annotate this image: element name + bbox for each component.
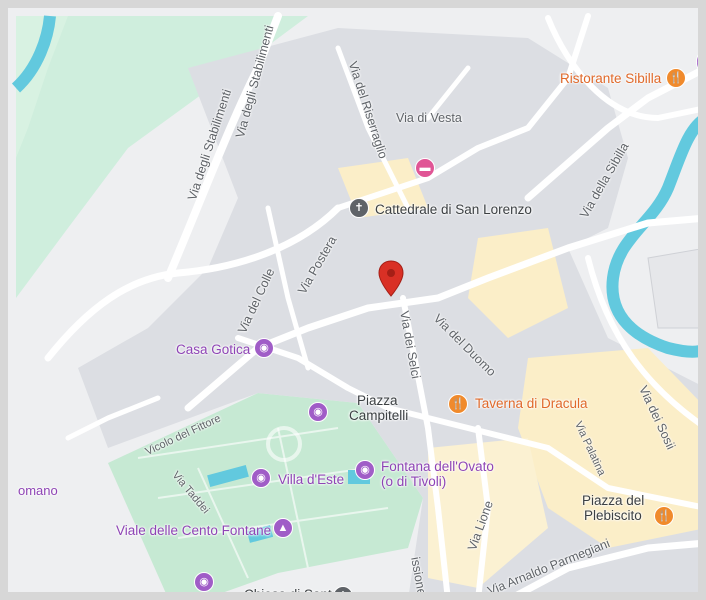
chiesa-church-icon[interactable]: ✝ (333, 586, 353, 592)
camera-icon[interactable]: ◉ (696, 52, 698, 72)
hotel-icon[interactable]: ▬ (415, 158, 435, 178)
poi-label-ristorante-sibilla[interactable]: Ristorante Sibilla (560, 72, 661, 86)
monument-icon[interactable]: ▲ (273, 518, 293, 538)
villa-deste-camera-icon[interactable]: ◉ (251, 468, 271, 488)
piazza-camera-icon[interactable]: ◉ (308, 402, 328, 422)
poi-label-fontana-ovato-2[interactable]: (o di Tivoli) (381, 475, 446, 489)
place-label-chiesa: Chiesa di Santa (244, 587, 340, 600)
poi-label-fontana-ovato-1[interactable]: Fontana dell'Ovato (381, 460, 494, 474)
fountain-camera-icon[interactable]: ◉ (355, 460, 375, 480)
poi-label-villa-deste[interactable]: Villa d'Este (278, 473, 344, 487)
riverbank-structure (647, 248, 698, 329)
casa-gotica-camera-icon[interactable]: ◉ (254, 338, 274, 358)
poi-label-casa-gotica[interactable]: Casa Gotica (176, 343, 250, 357)
poi-label-viale-cento-fontane[interactable]: Viale delle Cento Fontane (116, 524, 271, 538)
place-label-piazza-campitelli-2: Campitelli (349, 408, 409, 423)
location-pin-icon[interactable] (378, 260, 404, 298)
church-icon[interactable]: ✝ (349, 198, 369, 218)
chiesa-camera-icon[interactable]: ◉ (194, 572, 214, 592)
map-frame: Via degli Stabilimenti Via degli Stabili… (0, 0, 706, 600)
place-label-piazza-plebiscito-2: Plebiscito (584, 508, 642, 523)
place-label-piazza-plebiscito-1: Piazza del (582, 493, 645, 508)
poi-label-taverna-di-dracula[interactable]: Taverna di Dracula (475, 397, 588, 411)
place-label-piazza-campitelli-1: Piazza (357, 393, 398, 408)
restaurant-icon[interactable]: 🍴 (666, 68, 686, 88)
taverna-restaurant-icon[interactable]: 🍴 (448, 394, 468, 414)
street-label-romano: omano (18, 483, 58, 498)
plebiscito-restaurant-icon[interactable]: 🍴 (654, 506, 674, 526)
place-label-cattedrale[interactable]: Cattedrale di San Lorenzo (375, 203, 532, 217)
street-label-via-di-vesta: Via di Vesta (396, 111, 462, 125)
